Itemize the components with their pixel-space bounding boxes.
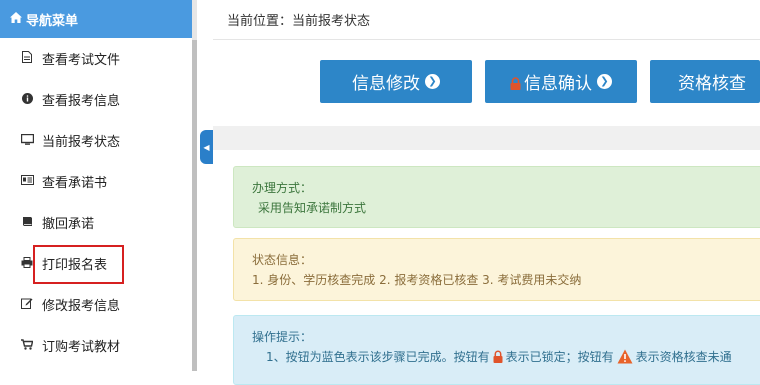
status-panel: 状态信息： 1. 身份、学历核查完成 2. 报考资格已核查 3. 考试费用未交纳: [233, 238, 760, 301]
home-icon: [10, 12, 22, 26]
monitor-icon: [20, 133, 34, 148]
breadcrumb-text: 当前位置：当前报考状态: [227, 14, 371, 29]
sidebar-item-label: 订购考试教材: [42, 340, 121, 355]
warning-icon: [617, 349, 633, 370]
sidebar-item-modify-registration[interactable]: 修改报考信息: [0, 284, 192, 325]
book-icon: [20, 216, 34, 230]
tips-panel: 操作提示： 1、按钮为蓝色表示该步骤已完成。按钮有 表示已锁定；按钮有 表示资格核查…: [233, 315, 760, 385]
chevron-right-circle-icon: ❯: [425, 74, 440, 89]
chevron-right-circle-icon: ❯: [597, 74, 612, 89]
sidebar-header: 导航菜单: [0, 0, 192, 38]
edit-icon: [20, 297, 34, 312]
sidebar-item-order-textbooks[interactable]: 订购考试教材: [0, 325, 192, 366]
print-form-highlight-box: [33, 245, 124, 284]
tips-title: 操作提示：: [252, 330, 313, 344]
tips-text-part3: 表示资格核查未通: [635, 350, 732, 364]
breadcrumb: 当前位置：当前报考状态: [213, 0, 760, 40]
sidebar-collapse-toggle[interactable]: ◀: [200, 130, 213, 164]
cart-icon: [20, 338, 34, 353]
sidebar-scrollbar-track: [192, 0, 197, 40]
id-card-icon: [20, 175, 34, 188]
modify-info-label: 信息修改: [352, 74, 420, 94]
tips-line: 1、按钮为蓝色表示该步骤已完成。按钮有 表示已锁定；按钮有 表示资格核查未通: [252, 347, 760, 370]
method-title: 办理方式：: [252, 181, 313, 195]
tips-text-part2: 表示已锁定；按钮有: [505, 350, 614, 364]
method-panel: 办理方式： 采用告知承诺制方式: [233, 166, 760, 228]
tips-text-part1: 1、按钮为蓝色表示该步骤已完成。按钮有: [266, 350, 490, 364]
confirm-info-label: 信息确认: [524, 74, 592, 94]
section-divider: [213, 126, 760, 150]
confirm-info-button[interactable]: 信息确认 ❯: [485, 60, 637, 103]
sidebar-item-label: 查看承诺书: [42, 176, 108, 191]
caret-left-icon: ◀: [203, 142, 210, 152]
sidebar-item-label: 当前报考状态: [42, 135, 121, 150]
qualification-check-button[interactable]: 资格核查: [650, 60, 760, 103]
sidebar-item-label: 撤回承诺: [42, 217, 95, 232]
lock-icon: [493, 349, 503, 363]
sidebar-item-label: 查看考试文件: [42, 53, 121, 68]
lock-icon: [510, 75, 521, 90]
sidebar-item-view-registration[interactable]: 查看报考信息: [0, 79, 192, 120]
sidebar-nav: 导航菜单 查看考试文件 查看报考信息 当前报考状态 查看承诺书 撤回承诺 打印报…: [0, 0, 192, 371]
sidebar-item-label: 查看报考信息: [42, 94, 121, 109]
sidebar-item-label: 修改报考信息: [42, 299, 121, 314]
method-text: 采用告知承诺制方式: [258, 201, 367, 215]
status-text: 1. 身份、学历核查完成 2. 报考资格已核查 3. 考试费用未交纳: [252, 273, 582, 287]
sidebar-title: 导航菜单: [26, 13, 79, 29]
sidebar-scrollbar[interactable]: [192, 40, 197, 371]
info-circle-icon: [20, 92, 34, 107]
modify-info-button[interactable]: 信息修改 ❯: [320, 60, 472, 103]
sidebar-item-withdraw-commitment[interactable]: 撤回承诺: [0, 202, 192, 243]
qualification-check-label: 资格核查: [678, 74, 746, 94]
printer-icon: [20, 256, 34, 271]
main-content: 当前位置：当前报考状态 信息修改 ❯ 信息确认 ❯ 资格核查 办理方式： 采用告…: [213, 0, 760, 385]
sidebar-item-view-commitment[interactable]: 查看承诺书: [0, 161, 192, 202]
sidebar-item-current-status[interactable]: 当前报考状态: [0, 120, 192, 161]
document-icon: [20, 51, 34, 66]
sidebar-item-exam-files[interactable]: 查看考试文件: [0, 38, 192, 79]
status-title: 状态信息：: [252, 253, 313, 267]
